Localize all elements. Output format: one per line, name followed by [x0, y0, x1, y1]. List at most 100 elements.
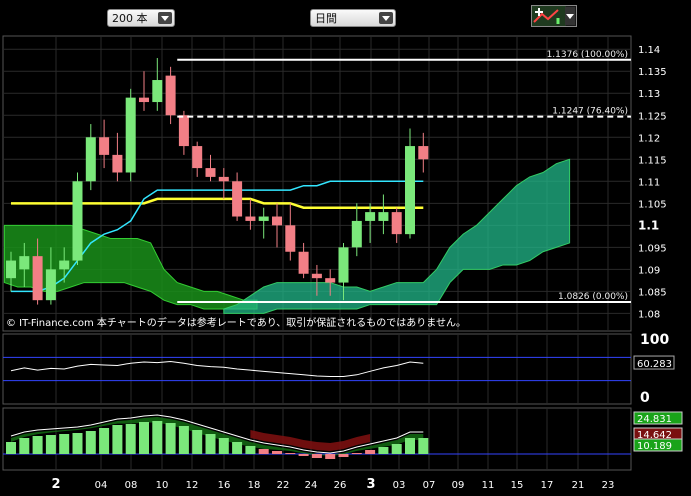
candle-body [218, 176, 229, 182]
macd-bar [405, 438, 415, 454]
macd-bar [285, 453, 296, 454]
macd-bar [59, 434, 70, 454]
x-tick-label: 24 [305, 480, 318, 491]
rsi-tick-100: 100 [640, 332, 669, 348]
candle-body [125, 97, 136, 173]
x-tick-label: 11 [482, 480, 495, 491]
chart-area: 1.1376 (100.00%) 1.1247 (76.40%) 1.0826 (0… [2, 35, 683, 492]
candle-body [72, 181, 83, 261]
macd-bar [338, 454, 349, 457]
candle-body [178, 115, 189, 147]
candle-body [325, 278, 336, 283]
price-tick-label: 1.12 [638, 133, 660, 144]
macd-bar [152, 421, 163, 454]
candle-body [112, 154, 123, 173]
macd-bar [72, 433, 83, 454]
candle-body [298, 251, 309, 274]
macd-bar [45, 435, 56, 454]
macd-bar [365, 450, 376, 454]
candle-body [152, 80, 163, 103]
panel-frame [2, 407, 632, 471]
macd-bar [218, 438, 229, 454]
macd-bar [192, 430, 203, 454]
fib-level-label: 1.1247 (76.40%) [552, 107, 628, 117]
macd-bar [298, 454, 309, 456]
fib-level-label: 1.0826 (0.00%) [558, 292, 628, 302]
candle-body [338, 247, 349, 283]
x-tick-label: 04 [95, 480, 108, 491]
candle-body [192, 146, 203, 169]
macd-bar [125, 424, 136, 454]
candle-body [391, 212, 402, 235]
macd-bar [205, 434, 216, 454]
x-tick-label: 23 [602, 480, 615, 491]
macd-bar [418, 438, 429, 454]
candle-body [378, 212, 389, 221]
price-tick-label: 1.125 [638, 111, 667, 122]
macd-bar [258, 449, 269, 454]
candle-body [139, 97, 149, 103]
price-tick-label: 1.14 [638, 45, 660, 56]
macd-value-label: 24.831 [637, 414, 672, 425]
price-tick-label: 1.08 [638, 309, 660, 320]
macd-bar [112, 425, 123, 454]
macd-bar [19, 438, 30, 454]
macd-bar [311, 454, 322, 458]
candle-body [245, 216, 256, 221]
macd-value-label: 10.189 [637, 441, 672, 452]
macd-bar [272, 451, 282, 454]
x-tick-label: 08 [125, 480, 138, 491]
rsi-tick-0: 0 [640, 390, 650, 406]
x-tick-label: 2 [51, 477, 60, 492]
price-tick-label: 1.085 [638, 287, 667, 298]
macd-bar [178, 426, 189, 454]
x-tick-label: 21 [572, 480, 585, 491]
candle-body [45, 269, 56, 301]
macd-bar [351, 453, 362, 454]
macd-bar [139, 422, 149, 454]
macd-bar [245, 446, 256, 454]
candle-body [365, 212, 376, 221]
price-tick-label: 1.09 [638, 265, 660, 276]
candle-body [165, 75, 176, 116]
x-tick-label: 15 [511, 480, 524, 491]
candle-body [85, 137, 96, 182]
macd-bar [165, 423, 176, 454]
x-tick-label: 09 [452, 480, 465, 491]
candle-body [99, 137, 110, 155]
x-tick-label: 10 [156, 480, 169, 491]
x-tick-label: 3 [366, 477, 375, 492]
macd-bar [6, 442, 16, 454]
price-tick-label: 1.105 [638, 199, 667, 210]
candle-body [6, 260, 16, 279]
macd-bar [325, 454, 336, 459]
macd-bar [391, 444, 402, 454]
candle-body [272, 216, 282, 226]
macd-bar [232, 442, 243, 454]
candle-body [258, 216, 269, 221]
candle-body [311, 273, 322, 279]
candle-body [205, 168, 216, 177]
copyright-text: © IT-Finance.com 本チャートのデータは参考レートであり、取引が保… [6, 316, 466, 329]
price-tick-label: 1.11 [638, 177, 660, 188]
price-tick-label: 1.095 [638, 243, 667, 254]
x-tick-label: 22 [277, 480, 290, 491]
fib-level-label: 1.1376 (100.00%) [547, 50, 628, 60]
macd-bar [99, 428, 110, 454]
candle-body [418, 146, 429, 160]
candle-body [405, 146, 415, 235]
x-tick-label: 03 [393, 480, 406, 491]
x-tick-label: 07 [423, 480, 436, 491]
x-tick-label: 16 [218, 480, 231, 491]
x-tick-label: 26 [334, 480, 347, 491]
candle-body [351, 220, 362, 248]
price-tick-label: 1.13 [638, 89, 660, 100]
macd-bar [85, 431, 96, 454]
candle-body [285, 225, 296, 252]
candle-body [19, 256, 30, 270]
x-tick-label: 12 [186, 480, 199, 491]
x-tick-label: 18 [248, 480, 261, 491]
macd-bar [32, 436, 43, 454]
macd-bar [378, 447, 389, 454]
panel-frame [2, 333, 632, 405]
